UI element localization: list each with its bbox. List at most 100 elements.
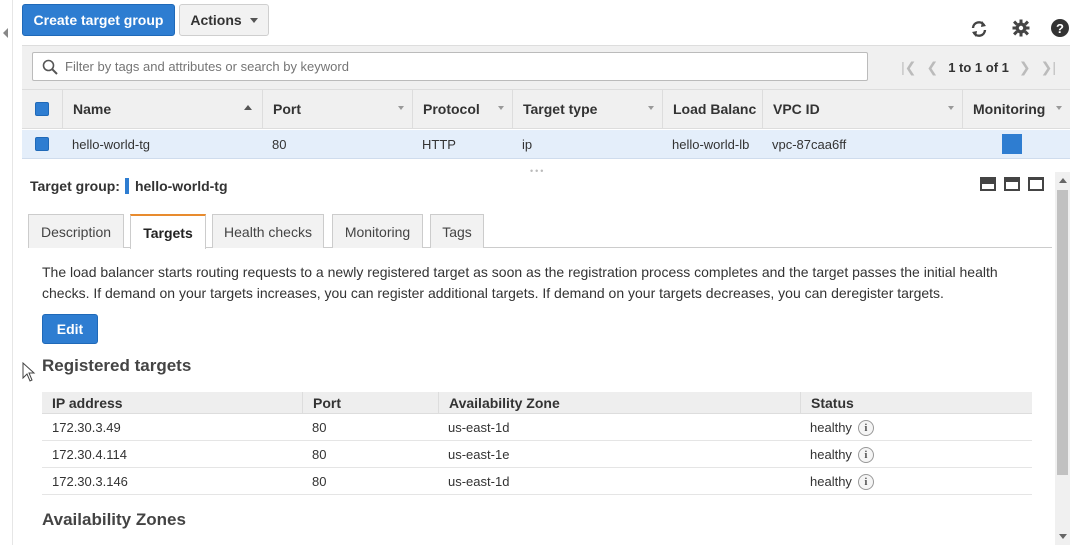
info-icon[interactable]: i [857,473,874,490]
info-icon[interactable]: i [857,419,874,436]
scroll-up-icon[interactable] [1059,178,1067,183]
monitoring-icon[interactable] [1002,134,1022,154]
mouse-cursor-icon [22,362,36,382]
status-text: healthy [810,420,852,435]
pagination: |❮ ❮ 1 to 1 of 1 ❯ ❯| [901,54,1056,80]
actions-label: Actions [190,12,242,28]
availability-zones-heading: Availability Zones [42,510,186,529]
cell-zone: us-east-1d [448,420,510,435]
tab-health-checks[interactable]: Health checks [212,214,324,248]
column-header-status: Status [800,392,1032,414]
last-page-icon[interactable]: ❯| [1041,59,1056,76]
column-label: Target type [523,101,598,117]
column-header-protocol[interactable]: Protocol [412,90,512,128]
sort-icon [1056,106,1062,110]
pane-splitter[interactable]: ••• [530,166,545,176]
table-row[interactable]: hello-world-tg 80 HTTP ip hello-world-lb… [22,130,1070,159]
edit-button[interactable]: Edit [42,314,98,344]
column-label: Load Balanc [673,101,757,117]
left-gutter [0,0,13,545]
column-header-target-type[interactable]: Target type [512,90,662,128]
layout-bottom-icon[interactable] [980,177,996,191]
help-icon[interactable]: ? [1049,17,1070,39]
actions-button[interactable]: Actions [179,4,269,36]
cell-protocol: HTTP [422,136,456,152]
info-icon[interactable]: i [857,446,874,463]
cell-ip: 172.30.3.146 [52,474,128,489]
cell-vpc-id: vpc-87caa6ff [772,136,847,152]
column-label: Port [273,101,301,117]
column-label: Protocol [423,101,480,117]
sort-icon [648,106,654,110]
table-row: 172.30.4.114 80 us-east-1e healthy i [42,441,1032,468]
column-header-name[interactable]: Name [62,90,262,128]
sort-icon [498,106,504,110]
column-label: VPC ID [773,101,820,117]
chevron-down-icon [249,18,258,23]
main-content: Create target group Actions ? |❮ ❮ 1 to … [22,0,1070,545]
scroll-thumb[interactable] [1057,190,1068,475]
search-box[interactable] [32,52,868,81]
cell-status: healthy i [800,441,874,468]
sort-ascending-icon [244,105,252,110]
cell-port: 80 [312,474,327,489]
detail-title: Target group: hello-world-tg [30,176,228,196]
filter-bar: |❮ ❮ 1 to 1 of 1 ❯ ❯| [22,45,1070,89]
cell-status: healthy i [800,414,874,441]
cell-port: 80 [312,420,327,435]
tab-monitoring[interactable]: Monitoring [332,214,423,248]
targets-description: The load balancer starts routing request… [42,264,998,301]
column-header-zone: Availability Zone [438,392,800,414]
cell-status: healthy i [800,468,874,495]
tab-description[interactable]: Description [28,214,124,248]
layout-split-icon[interactable] [1004,177,1020,191]
prev-page-icon[interactable]: ❮ [926,59,938,76]
column-label: Monitoring [973,101,1046,117]
first-page-icon[interactable]: |❮ [901,59,916,76]
toolbar: Create target group Actions ? [22,4,1070,38]
next-page-icon[interactable]: ❯ [1019,59,1031,76]
sort-icon [398,106,404,110]
row-checkbox[interactable] [35,137,49,151]
detail-name: hello-world-tg [134,178,228,194]
cell-port: 80 [272,136,287,152]
cell-name: hello-world-tg [72,136,151,152]
registered-targets-heading: Registered targets [42,356,192,375]
tab-targets[interactable]: Targets [130,214,206,249]
column-header-monitoring[interactable]: Monitoring [962,90,1070,128]
grid-header: Name Port Protocol Target type Load Bala… [22,89,1070,129]
sort-icon [948,106,954,110]
column-header-load-balancer[interactable]: Load Balanc [662,90,762,128]
status-text: healthy [810,474,852,489]
scroll-down-icon[interactable] [1059,534,1067,539]
collapse-arrow-icon[interactable] [3,28,8,38]
cell-zone: us-east-1d [448,474,510,489]
column-header-target-port: Port [302,392,438,414]
search-input[interactable] [65,59,845,74]
status-text: healthy [810,447,852,462]
targets-table-header: IP address Port Availability Zone Status [42,392,1032,414]
cell-ip: 172.30.4.114 [52,447,127,462]
search-icon [42,59,58,75]
pane-layout-controls [980,177,1044,191]
column-label: Name [73,101,112,117]
cell-port: 80 [312,447,327,462]
column-header-port[interactable]: Port [262,90,412,128]
tab-tags[interactable]: Tags [430,214,484,248]
refresh-icon[interactable] [968,18,990,40]
gear-icon[interactable] [1010,17,1032,39]
detail-scrollbar[interactable] [1055,172,1070,545]
create-target-group-button[interactable]: Create target group [22,4,175,36]
cell-zone: us-east-1e [448,447,510,462]
detail-label: Target group: [30,178,120,194]
column-header-ip: IP address [52,395,123,411]
cell-target-type: ip [522,136,533,152]
cell-load-balancer: hello-world-lb [672,136,750,152]
detail-tabs: Description Targets Health checks Monito… [28,214,1052,249]
column-header-vpc-id[interactable]: VPC ID [762,90,962,128]
table-row: 172.30.3.49 80 us-east-1d healthy i [42,414,1032,441]
layout-top-icon[interactable] [1028,177,1044,191]
cell-ip: 172.30.3.49 [52,420,121,435]
table-row: 172.30.3.146 80 us-east-1d healthy i [42,468,1032,495]
select-all-checkbox[interactable] [35,102,49,116]
